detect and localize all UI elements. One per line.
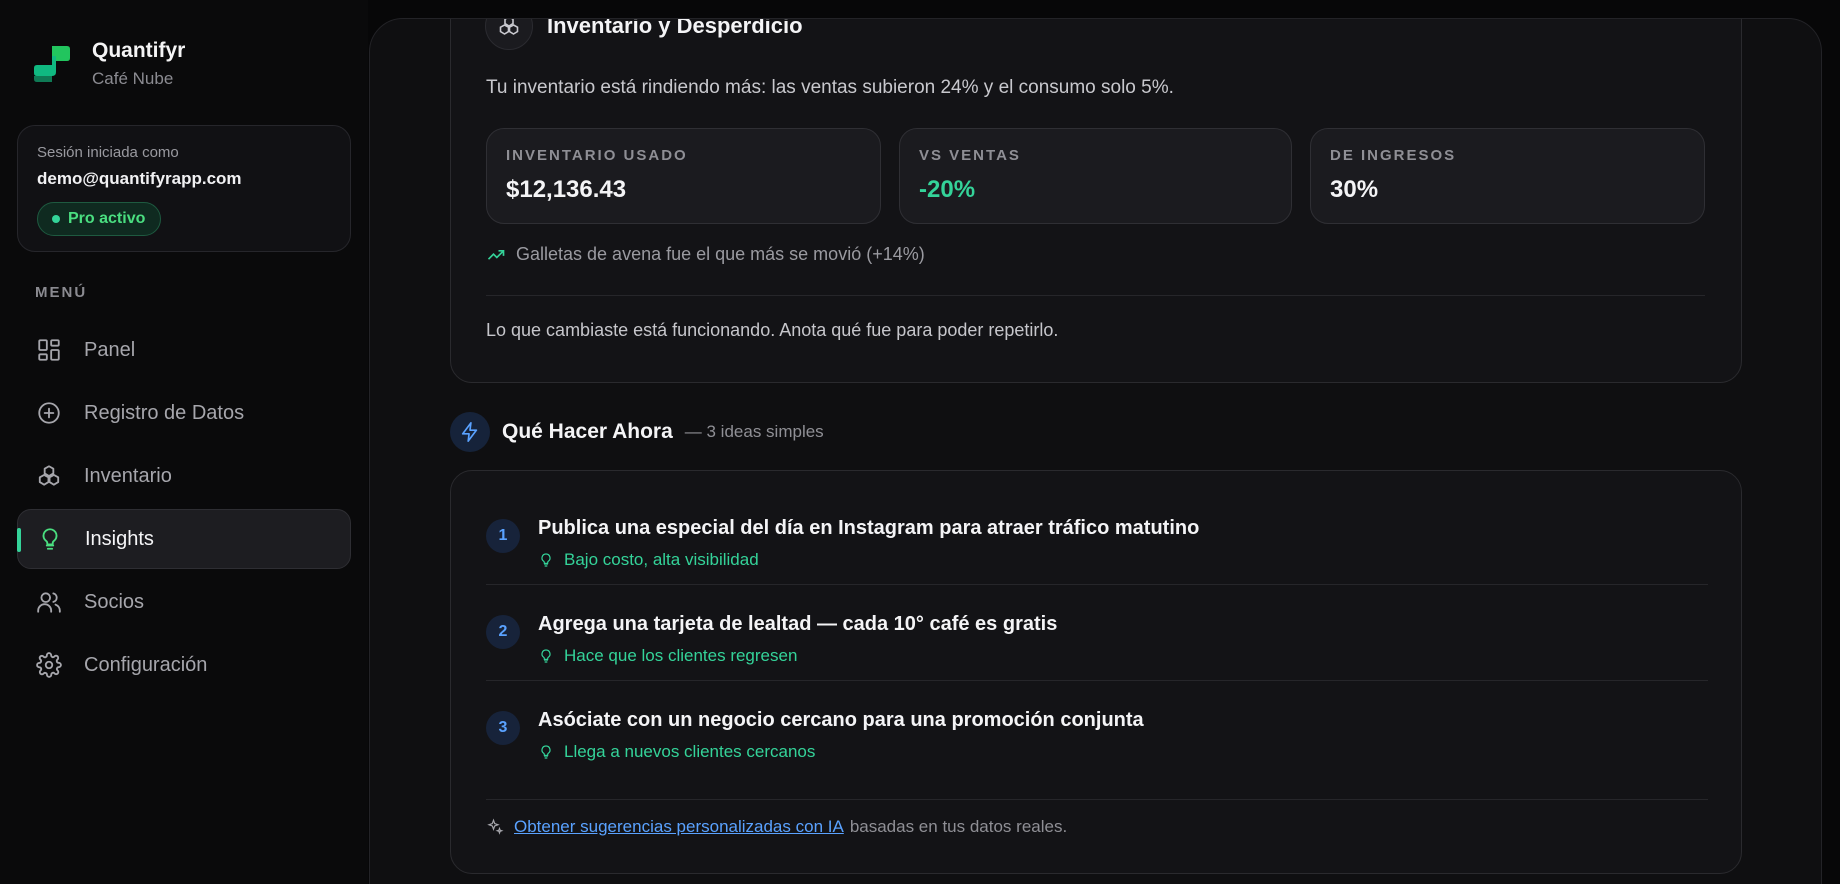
nav-item-panel[interactable]: Panel <box>17 320 351 380</box>
session-email: demo@quantifyrapp.com <box>37 169 242 188</box>
nav-item-inventario[interactable]: Inventario <box>17 446 351 506</box>
idea-title: Asóciate con un negocio cercano para una… <box>538 709 1144 731</box>
idea-tip-text: Hace que los clientes regresen <box>564 646 798 665</box>
stat-value: 30% <box>1330 176 1379 203</box>
lightbulb-icon <box>541 649 551 663</box>
brand-name: Quantifyr <box>92 39 186 62</box>
inventory-card: Inventario y Desperdicio Tu inventario e… <box>450 18 1742 383</box>
nav-item-label: Socios <box>84 590 145 613</box>
idea-title: Agrega una tarjeta de lealtad — cada 10°… <box>538 613 1058 635</box>
idea-tip: Llega a nuevos clientes cercanos <box>538 742 815 762</box>
status-dot-icon <box>52 215 60 223</box>
nav-item-label: Inventario <box>84 464 172 487</box>
sidebar: Quantifyr Café Nube Sesión iniciada como… <box>0 0 368 884</box>
divider <box>486 584 1708 585</box>
pro-badge-label: Pro activo <box>68 210 146 227</box>
idea-tip: Bajo costo, alta visibilidad <box>538 550 759 570</box>
idea-item-2[interactable]: 2 Agrega una tarjeta de lealtad — cada 1… <box>486 589 1708 685</box>
quantifyr-logo-icon <box>34 46 70 82</box>
idea-tip-text: Bajo costo, alta visibilidad <box>564 550 759 569</box>
sparkles-icon <box>487 818 504 835</box>
stat-inventario-usado: INVENTARIO USADO $12,136.43 <box>486 128 881 224</box>
ai-suggestions-link[interactable]: Obtener sugerencias personalizadas con I… <box>514 817 844 837</box>
idea-item-3[interactable]: 3 Asóciate con un negocio cercano para u… <box>486 685 1708 781</box>
inventory-advice: Lo que cambiaste está funcionando. Anota… <box>486 320 1059 340</box>
plus-circle-icon <box>38 402 60 424</box>
stat-value: $12,136.43 <box>506 176 627 203</box>
inventory-summary: Tu inventario está rindiendo más: las ve… <box>486 77 1174 98</box>
ai-suggestions-row: Obtener sugerencias personalizadas con I… <box>486 817 1067 837</box>
session-card: Sesión iniciada como demo@quantifyrapp.c… <box>17 125 351 252</box>
nav-item-label: Configuración <box>84 653 208 676</box>
nav-item-insights[interactable]: Insights <box>17 509 351 569</box>
ai-suggestions-suffix: basadas en tus datos reales. <box>849 817 1068 836</box>
nav-item-label: Registro de Datos <box>84 401 245 424</box>
idea-item-1[interactable]: 1 Publica una especial del día en Instag… <box>486 493 1708 589</box>
brand-subtitle: Café Nube <box>92 69 174 88</box>
trend-note: Galletas de avena fue el que más se movi… <box>486 244 925 265</box>
lightbulb-icon <box>541 745 551 759</box>
nav-item-label: Panel <box>84 338 136 361</box>
nav-item-configuracion[interactable]: Configuración <box>17 635 351 695</box>
idea-tip: Hace que los clientes regresen <box>538 646 797 666</box>
brand[interactable]: Quantifyr Café Nube <box>34 38 185 90</box>
nav-item-socios[interactable]: Socios <box>17 572 351 632</box>
actions-subtitle: — 3 ideas simples <box>684 422 824 441</box>
stat-label: DE INGRESOS <box>1330 147 1457 164</box>
divider <box>486 799 1708 800</box>
idea-tip-text: Llega a nuevos clientes cercanos <box>564 742 816 761</box>
stat-label: INVENTARIO USADO <box>506 147 688 164</box>
pro-status-badge: Pro activo <box>37 202 162 236</box>
idea-title: Publica una especial del día en Instagra… <box>538 517 1200 539</box>
boxes-icon <box>38 465 60 486</box>
lightbulb-icon <box>541 553 551 567</box>
stat-de-ingresos: DE INGRESOS 30% <box>1310 128 1705 224</box>
lightbulb-icon <box>42 528 58 550</box>
stat-value: -20% <box>919 176 976 203</box>
actions-card: 1 Publica una especial del día en Instag… <box>450 470 1742 874</box>
main-nav: Panel Registro de Datos Inventario Insig… <box>17 320 351 698</box>
nav-item-label: Insights <box>85 527 154 550</box>
idea-number: 1 <box>486 519 520 553</box>
actions-title: Qué Hacer Ahora <box>502 420 673 443</box>
actions-header: Qué Hacer Ahora — 3 ideas simples <box>450 412 824 452</box>
active-indicator <box>17 528 21 552</box>
inventory-header: Inventario y Desperdicio <box>485 18 803 50</box>
dashboard-icon <box>38 339 60 361</box>
lightning-icon <box>450 412 490 452</box>
main-content: Inventario y Desperdicio Tu inventario e… <box>369 18 1822 884</box>
menu-label: MENÚ <box>35 284 88 301</box>
divider <box>486 295 1705 296</box>
idea-number: 3 <box>486 711 520 745</box>
users-icon <box>37 592 61 613</box>
stat-vs-ventas: VS VENTAS -20% <box>899 128 1292 224</box>
trend-text: Galletas de avena fue el que más se movi… <box>516 244 925 264</box>
boxes-icon <box>485 19 533 50</box>
session-label: Sesión iniciada como <box>37 144 179 161</box>
trending-up-icon <box>487 249 505 260</box>
inventory-title: Inventario y Desperdicio <box>547 18 803 38</box>
gear-icon <box>36 652 62 678</box>
nav-item-registro[interactable]: Registro de Datos <box>17 383 351 443</box>
idea-number: 2 <box>486 615 520 649</box>
divider <box>486 680 1708 681</box>
stat-label: VS VENTAS <box>919 147 1021 164</box>
